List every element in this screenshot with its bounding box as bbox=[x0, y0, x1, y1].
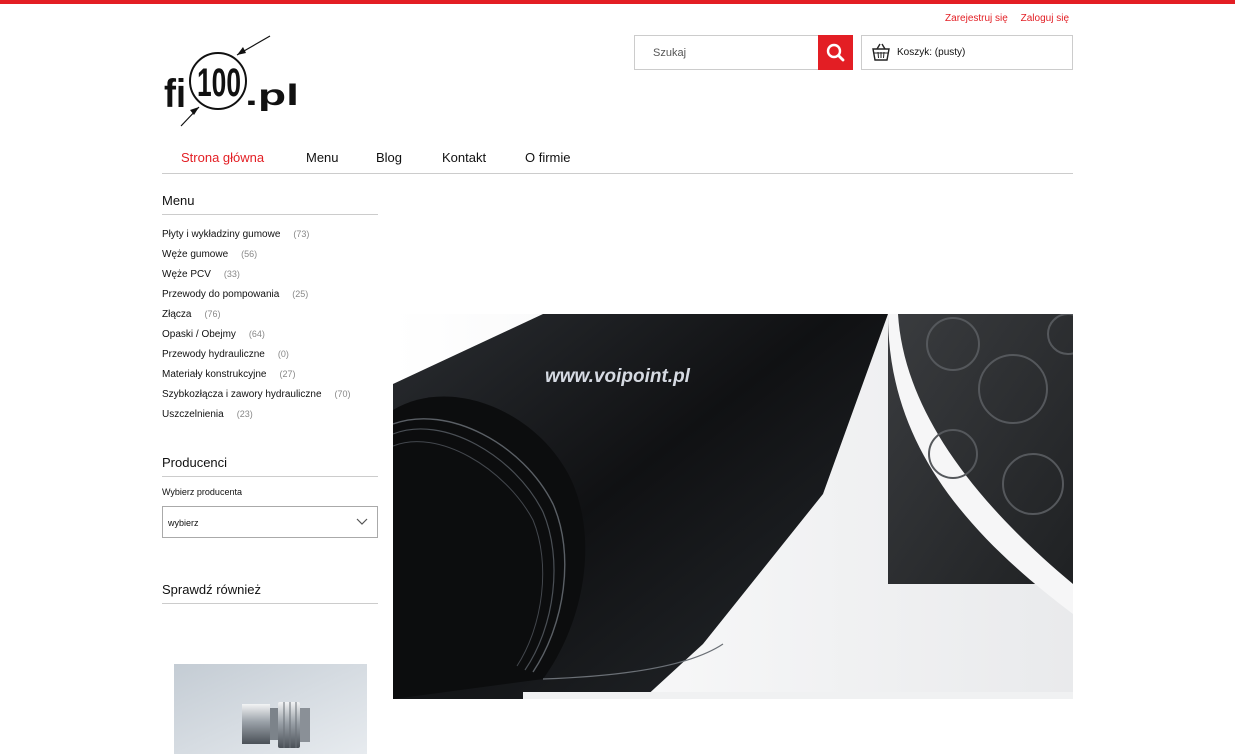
category-item[interactable]: Materiały konstrukcyjne (27) bbox=[162, 369, 296, 380]
category-item[interactable]: Szybkozłącza i zawory hydrauliczne (70) bbox=[162, 389, 351, 400]
nav-home[interactable]: Strona główna bbox=[181, 150, 264, 165]
producer-selected-value: wybierz bbox=[168, 518, 199, 528]
nav-blog[interactable]: Blog bbox=[376, 150, 402, 165]
producers-section: Producenci Wybierz producenta wybierz bbox=[162, 455, 378, 538]
category-count: (64) bbox=[248, 329, 265, 339]
category-count: (0) bbox=[277, 349, 289, 359]
check-also-title: Sprawdź również bbox=[162, 582, 378, 604]
category-item[interactable]: Płyty i wykładziny gumowe (73) bbox=[162, 229, 309, 240]
category-count: (33) bbox=[223, 269, 240, 279]
search-button[interactable] bbox=[818, 35, 853, 70]
search-form bbox=[634, 35, 853, 70]
svg-text:.pl: .pl bbox=[245, 79, 299, 112]
category-count: (56) bbox=[241, 249, 258, 259]
producer-label: Wybierz producenta bbox=[162, 487, 242, 497]
category-item[interactable]: Węże gumowe (56) bbox=[162, 249, 257, 260]
category-count: (25) bbox=[292, 289, 309, 299]
category-label: Materiały konstrukcyjne bbox=[162, 369, 267, 380]
basket-icon bbox=[872, 43, 890, 61]
banner-watermark: www.voipoint.pl bbox=[545, 366, 690, 387]
main-navigation: Strona główna Menu Blog Kontakt O firmie bbox=[162, 141, 1073, 174]
category-label: Płyty i wykładziny gumowe bbox=[162, 229, 281, 240]
producers-title: Producenci bbox=[162, 455, 378, 477]
cart-text: Koszyk: (pusty) bbox=[897, 47, 965, 58]
search-input[interactable] bbox=[634, 35, 818, 70]
category-item[interactable]: Opaski / Obejmy (64) bbox=[162, 329, 265, 340]
check-also-section: Sprawdź również bbox=[162, 582, 378, 604]
category-count: (73) bbox=[293, 229, 310, 239]
category-label: Opaski / Obejmy bbox=[162, 329, 236, 340]
rubber-sheet-image bbox=[393, 314, 1073, 699]
category-item[interactable]: Przewody do pompowania (25) bbox=[162, 289, 308, 300]
category-label: Szybkozłącza i zawory hydrauliczne bbox=[162, 389, 322, 400]
category-count: (70) bbox=[334, 389, 351, 399]
category-item[interactable]: Złącza (76) bbox=[162, 309, 220, 320]
category-item[interactable]: Przewody hydrauliczne (0) bbox=[162, 349, 289, 360]
main-banner-image[interactable] bbox=[393, 314, 1073, 699]
fitting-image bbox=[174, 664, 367, 754]
category-label: Uszczelnienia bbox=[162, 409, 224, 420]
category-item[interactable]: Węże PCV (33) bbox=[162, 269, 240, 280]
cart-label: Koszyk: bbox=[897, 47, 933, 58]
site-logo[interactable]: fi 100 .pl bbox=[163, 33, 303, 129]
account-links: Zarejestruj się Zaloguj się bbox=[935, 13, 1069, 24]
category-count: (23) bbox=[236, 409, 253, 419]
login-link[interactable]: Zaloguj się bbox=[1021, 13, 1069, 24]
cart-status: (pusty) bbox=[934, 47, 966, 58]
search-icon bbox=[826, 43, 845, 62]
chevron-down-icon bbox=[356, 518, 368, 525]
category-item[interactable]: Uszczelnienia (23) bbox=[162, 409, 253, 420]
category-label: Węże gumowe bbox=[162, 249, 229, 260]
svg-text:100: 100 bbox=[197, 61, 241, 105]
category-label: Węże PCV bbox=[162, 269, 211, 280]
svg-text:fi: fi bbox=[164, 72, 186, 116]
nav-contact[interactable]: Kontakt bbox=[442, 150, 486, 165]
category-label: Przewody hydrauliczne bbox=[162, 349, 265, 360]
category-label: Przewody do pompowania bbox=[162, 289, 280, 300]
cart-widget[interactable]: Koszyk: (pusty) bbox=[861, 35, 1073, 70]
category-count: (27) bbox=[279, 369, 296, 379]
category-count: (76) bbox=[204, 309, 221, 319]
logo-graphic: fi 100 .pl bbox=[164, 35, 299, 127]
register-link[interactable]: Zarejestruj się bbox=[945, 13, 1008, 24]
top-accent-bar bbox=[0, 0, 1235, 4]
nav-about[interactable]: O firmie bbox=[525, 150, 571, 165]
category-label: Złącza bbox=[162, 309, 192, 320]
sidebar: Menu Płyty i wykładziny gumowe (73) Węże … bbox=[162, 193, 378, 604]
menu-title: Menu bbox=[162, 193, 378, 215]
producer-select[interactable]: wybierz bbox=[162, 506, 378, 538]
nav-menu[interactable]: Menu bbox=[306, 150, 339, 165]
product-thumbnail[interactable] bbox=[174, 664, 367, 754]
